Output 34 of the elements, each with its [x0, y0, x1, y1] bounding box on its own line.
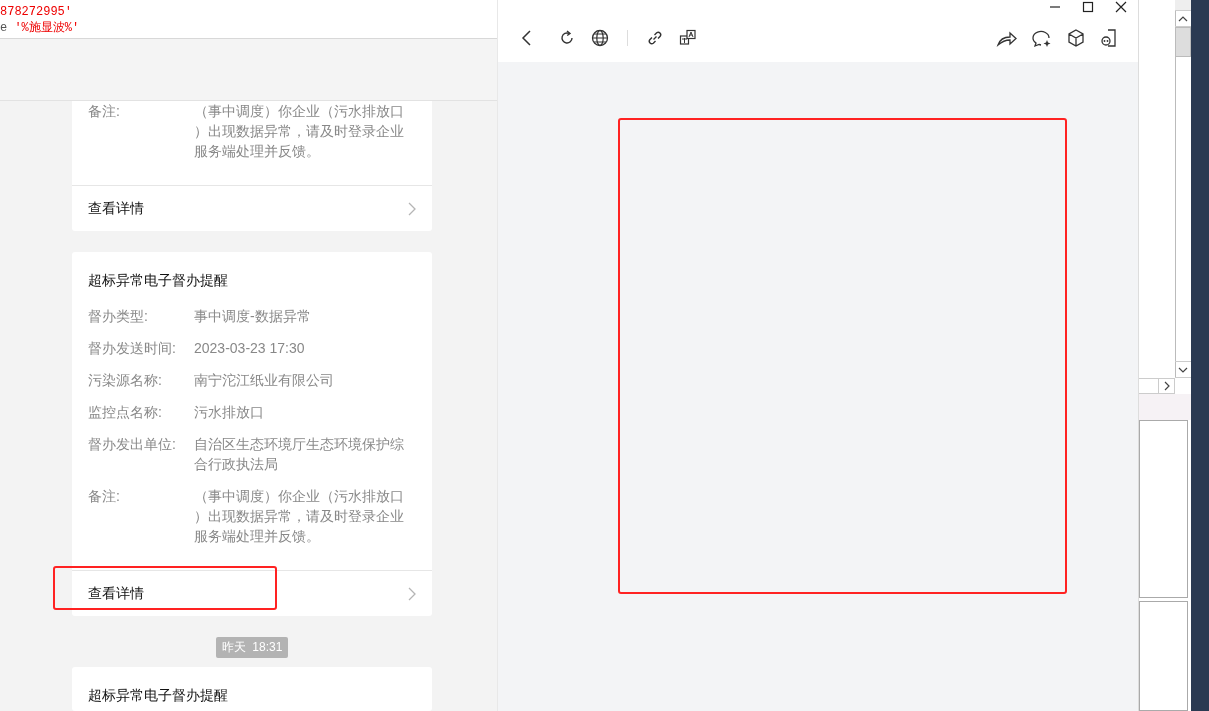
- close-icon[interactable]: [1115, 1, 1127, 13]
- code-line: 878272995': [0, 4, 73, 20]
- translate-icon[interactable]: [678, 28, 698, 48]
- field-value: 事中调度-数据异常: [194, 307, 312, 326]
- field-label: 督办发出单位:: [88, 435, 177, 454]
- code-line: e '%施显波%': [0, 20, 81, 36]
- chevron-right-icon: [408, 201, 416, 216]
- maximize-icon[interactable]: [1082, 1, 1094, 13]
- timestamp-badge: 昨天 18:31: [215, 637, 289, 658]
- mini-program-icon[interactable]: [1099, 28, 1119, 48]
- card-title: 超标异常电子督办提醒: [87, 271, 229, 290]
- chevron-right-icon[interactable]: [1162, 381, 1171, 391]
- globe-icon[interactable]: [590, 28, 610, 48]
- card-title: 超标异常电子督办提醒: [87, 686, 229, 705]
- scrollbar-thumb[interactable]: [1175, 27, 1191, 57]
- field-value: 自治区生态环境厅生态环境保护综合行政执法局: [194, 435, 405, 474]
- field-label: 督办类型:: [88, 307, 149, 326]
- field-value: （事中调度）你企业（污水排放口）出现数据异常，请及时登录企业服务端处理并反馈。: [194, 487, 405, 546]
- chevron-right-icon: [408, 586, 416, 601]
- chevron-up-icon[interactable]: [1178, 14, 1188, 23]
- chat-sparkle-icon[interactable]: [1031, 28, 1053, 48]
- field-label: 备注:: [88, 487, 121, 506]
- field-label: 备注:: [88, 102, 121, 121]
- view-details-link[interactable]: 查看详情: [72, 185, 432, 231]
- field-value: （事中调度）你企业（污水排放口）出现数据异常，请及时登录企业服务端处理并反馈。: [194, 102, 405, 161]
- field-label: 监控点名称:: [88, 403, 163, 422]
- field-value: 南宁沱江纸业有限公司: [194, 371, 335, 390]
- view-details-link[interactable]: 查看详情: [72, 570, 432, 616]
- field-value: 2023-03-23 17:30: [194, 339, 306, 358]
- chevron-down-icon[interactable]: [1178, 365, 1188, 374]
- cube-icon[interactable]: [1066, 28, 1086, 48]
- field-label: 污染源名称:: [88, 371, 163, 390]
- field-label: 督办发送时间:: [88, 339, 177, 358]
- field-value: 污水排放口: [194, 403, 265, 422]
